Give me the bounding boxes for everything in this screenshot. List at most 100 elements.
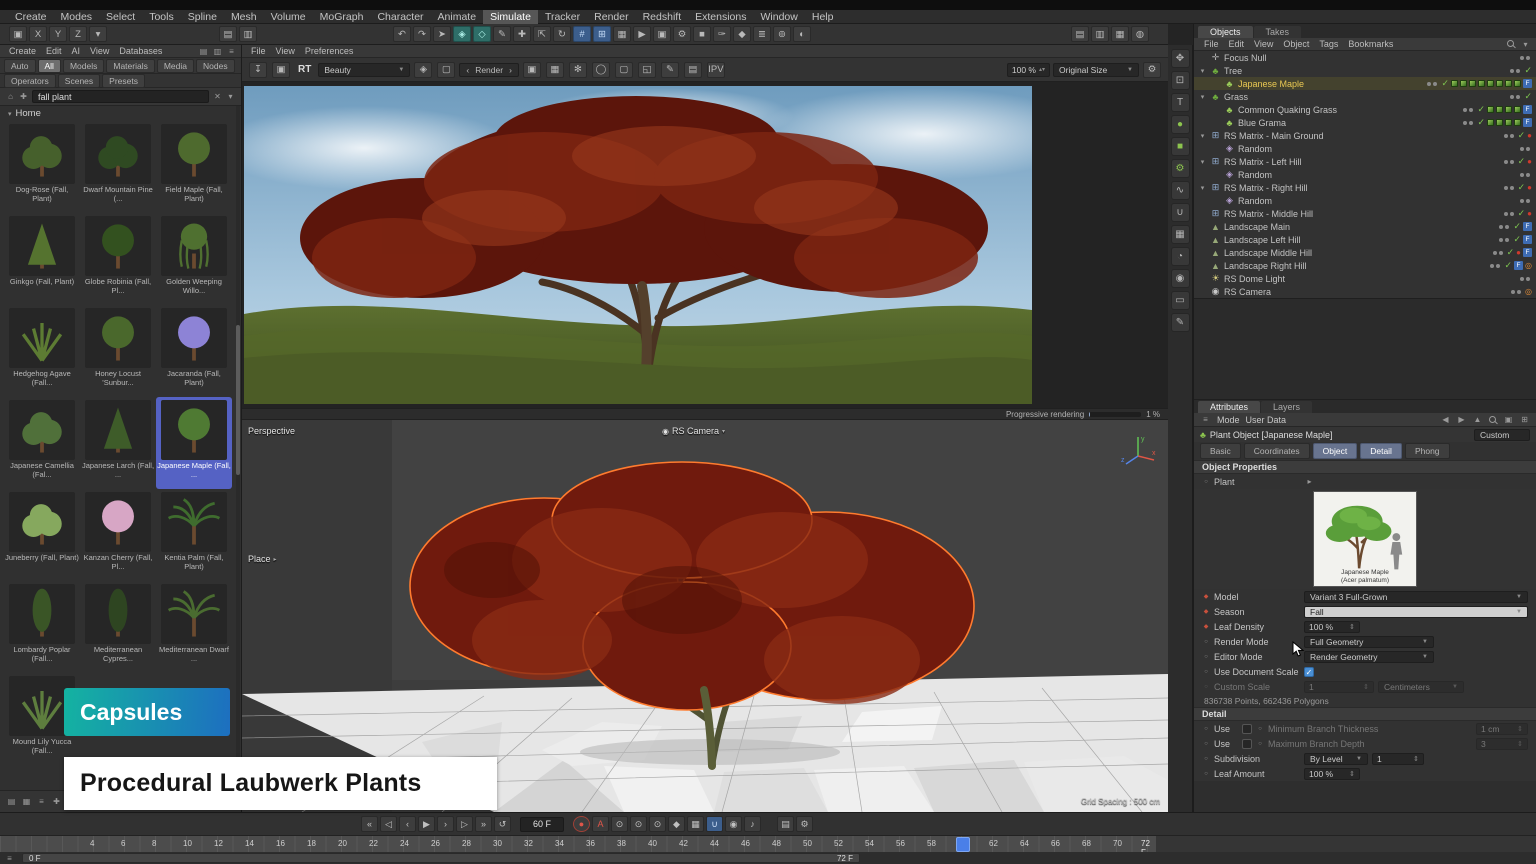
section-tab-phong[interactable]: Phong	[1405, 443, 1450, 459]
object-tree[interactable]: ▾♣Tree✓	[1194, 64, 1536, 77]
asset-item-mediterranean-cypres[interactable]: Mediterranean Cypres...	[80, 581, 156, 673]
add-icon[interactable]: ✚	[18, 92, 29, 102]
search-icon[interactable]	[1506, 39, 1516, 49]
material-chip[interactable]	[1514, 106, 1521, 113]
current-frame-marker[interactable]	[956, 837, 970, 852]
object-menu-tags[interactable]: Tags	[1314, 39, 1343, 49]
field-icon[interactable]: ◐	[793, 26, 811, 42]
asset-item-jacaranda-fall-plant[interactable]: Jacaranda (Fall, Plant)	[156, 305, 232, 397]
season-select[interactable]: Fall ▼	[1304, 606, 1528, 618]
camera-hud[interactable]: ◉ RS Camera ▾	[662, 426, 725, 436]
object-menu-bookmarks[interactable]: Bookmarks	[1343, 39, 1398, 49]
asset-item-dwarf-mountain-pine[interactable]: Dwarf Mountain Pine (...	[80, 121, 156, 213]
object-blue-grama[interactable]: ♣Blue Grama✓F	[1194, 116, 1536, 129]
snap-magnet-toggle[interactable]: ∪	[706, 816, 723, 832]
editor-mode-select[interactable]: Render Geometry ▼	[1304, 651, 1434, 663]
lock-icon[interactable]: ▣	[1503, 415, 1514, 425]
section-tab-object[interactable]: Object	[1313, 443, 1358, 459]
object-rs-matrix-left-hill[interactable]: ▾⊞RS Matrix - Left Hill✓●	[1194, 155, 1536, 168]
asset-item-hedgehog-agave-fall[interactable]: Hedgehog Agave (Fall...	[4, 305, 80, 397]
snapshot-icon[interactable]: ▣	[272, 62, 290, 78]
go-to-start-button[interactable]: «	[361, 816, 378, 832]
forward-icon[interactable]: ▶	[1456, 415, 1467, 425]
viewport-label[interactable]: Perspective	[248, 426, 295, 436]
object-landscape-right-hill[interactable]: ▲Landscape Right Hill✓F◎	[1194, 259, 1536, 272]
primitive-cube-icon[interactable]: ■	[693, 26, 711, 42]
redshift-tag-icon[interactable]: ●	[1527, 209, 1532, 218]
display-icon[interactable]: ▭	[1171, 291, 1190, 310]
simulation-toggle-a-icon[interactable]: ◈	[453, 26, 471, 42]
object-landscape-middle-hill[interactable]: ▲Landscape Middle Hill✓●F	[1194, 246, 1536, 259]
layout-icon[interactable]: ⊞	[1519, 415, 1530, 425]
asset-item-japanese-maple-fall[interactable]: Japanese Maple (Fall, ...	[156, 397, 232, 489]
sort-icon[interactable]: ▥	[212, 46, 223, 56]
snap-toggle-icon[interactable]: #	[573, 26, 591, 42]
histogram-icon[interactable]: ▤	[684, 62, 702, 78]
material-chip[interactable]	[1469, 80, 1476, 87]
expander-icon[interactable]: ▾	[1198, 67, 1207, 75]
leaf-density-spinner[interactable]: 100 % ⇕	[1304, 621, 1360, 633]
hamburger-icon[interactable]: ≡	[1200, 415, 1211, 425]
up-icon[interactable]: ▲	[1472, 415, 1483, 425]
home-icon[interactable]: ⌂	[5, 92, 16, 102]
menu-create[interactable]: Create	[8, 10, 54, 24]
panel-menu-icon[interactable]: ≡	[226, 46, 237, 56]
material-chip[interactable]	[1487, 80, 1494, 87]
asset-item-japanese-camellia-fal[interactable]: Japanese Camellia (Fal...	[4, 397, 80, 489]
stepper-prev-icon[interactable]: ‹	[466, 65, 469, 75]
material-chip[interactable]	[1487, 119, 1494, 126]
field-tag-icon[interactable]: F	[1523, 235, 1532, 244]
spinner-arrows-icon[interactable]: ⇕	[1349, 770, 1355, 778]
custom-preset-select[interactable]: Custom	[1474, 429, 1530, 441]
visibility-dots[interactable]	[1493, 251, 1503, 255]
render-view-menu-preferences[interactable]: Preferences	[300, 46, 359, 56]
menu-redshift[interactable]: Redshift	[636, 10, 689, 24]
filter-tab-auto[interactable]: Auto	[4, 59, 36, 73]
render-view-icon[interactable]: ▶	[633, 26, 651, 42]
go-to-next-key-button[interactable]: ▷	[456, 816, 473, 832]
panel-layout-b-icon[interactable]: ▥	[239, 26, 257, 42]
field-tag-icon[interactable]: F	[1514, 261, 1523, 270]
material-chip[interactable]	[1451, 80, 1458, 87]
field-tag-icon[interactable]: F	[1523, 79, 1532, 88]
render-picture-viewer-icon[interactable]: ▣	[653, 26, 671, 42]
visibility-dots[interactable]	[1520, 147, 1530, 151]
menu-tools[interactable]: Tools	[142, 10, 181, 24]
render-pass-select[interactable]: Beauty ▼	[318, 63, 410, 77]
timeline-range-slider[interactable]: 0 F 72 F	[22, 853, 860, 863]
material-chip[interactable]	[1505, 80, 1512, 87]
rotate-tool-icon[interactable]: ↻	[553, 26, 571, 42]
field-tag-icon[interactable]: F	[1523, 248, 1532, 257]
search-filter-icon[interactable]: ▾	[225, 92, 236, 102]
capsule-gear-icon[interactable]: ⚙	[1171, 159, 1190, 178]
timeline-settings-button[interactable]: ⚙	[796, 816, 813, 832]
asset-scrollbar[interactable]	[236, 106, 240, 790]
redshift-tag-icon[interactable]: ●	[1527, 183, 1532, 192]
redshift-tag-icon[interactable]: ●	[1527, 131, 1532, 140]
loop-button[interactable]: ↺	[494, 816, 511, 832]
grid-view-icon[interactable]: ▦	[21, 797, 32, 807]
tab-layers[interactable]: Layers	[1261, 401, 1312, 413]
sound-toggle[interactable]: ♪	[744, 816, 761, 832]
asset-menu-view[interactable]: View	[85, 46, 114, 56]
render-view-settings-icon[interactable]: ⚙	[1143, 62, 1161, 78]
quantize-toggle-icon[interactable]: ⊞	[593, 26, 611, 42]
keyframe-rotation-toggle[interactable]: ⊙	[649, 816, 666, 832]
spinner-arrows-icon[interactable]: ▴▾	[1039, 66, 1045, 73]
user-data-menu[interactable]: User Data	[1246, 415, 1287, 425]
online-help-icon[interactable]: ◍	[1131, 26, 1149, 42]
panel-layout-a-icon[interactable]: ▤	[219, 26, 237, 42]
place-tool-hud[interactable]: Place ▸	[248, 554, 277, 564]
asset-menu-ai[interactable]: AI	[67, 46, 86, 56]
asset-item-golden-weeping-willo[interactable]: Golden Weeping Willo...	[156, 213, 232, 305]
object-menu-edit[interactable]: Edit	[1224, 39, 1250, 49]
object-rs-matrix-right-hill[interactable]: ▾⊞RS Matrix - Right Hill✓●	[1194, 181, 1536, 194]
menu-extensions[interactable]: Extensions	[688, 10, 753, 24]
material-chip[interactable]	[1478, 80, 1485, 87]
size-select[interactable]: Original Size ▼	[1053, 63, 1139, 77]
asset-item-field-maple-fall-plant[interactable]: Field Maple (Fall, Plant)	[156, 121, 232, 213]
undo-icon[interactable]: ↶	[393, 26, 411, 42]
marquee-icon[interactable]: ▢	[615, 62, 633, 78]
perspective-viewport[interactable]: Perspective ◉ RS Camera ▾ Place ▸ Grid S…	[242, 420, 1168, 812]
timeline-options-button[interactable]: ▤	[777, 816, 794, 832]
